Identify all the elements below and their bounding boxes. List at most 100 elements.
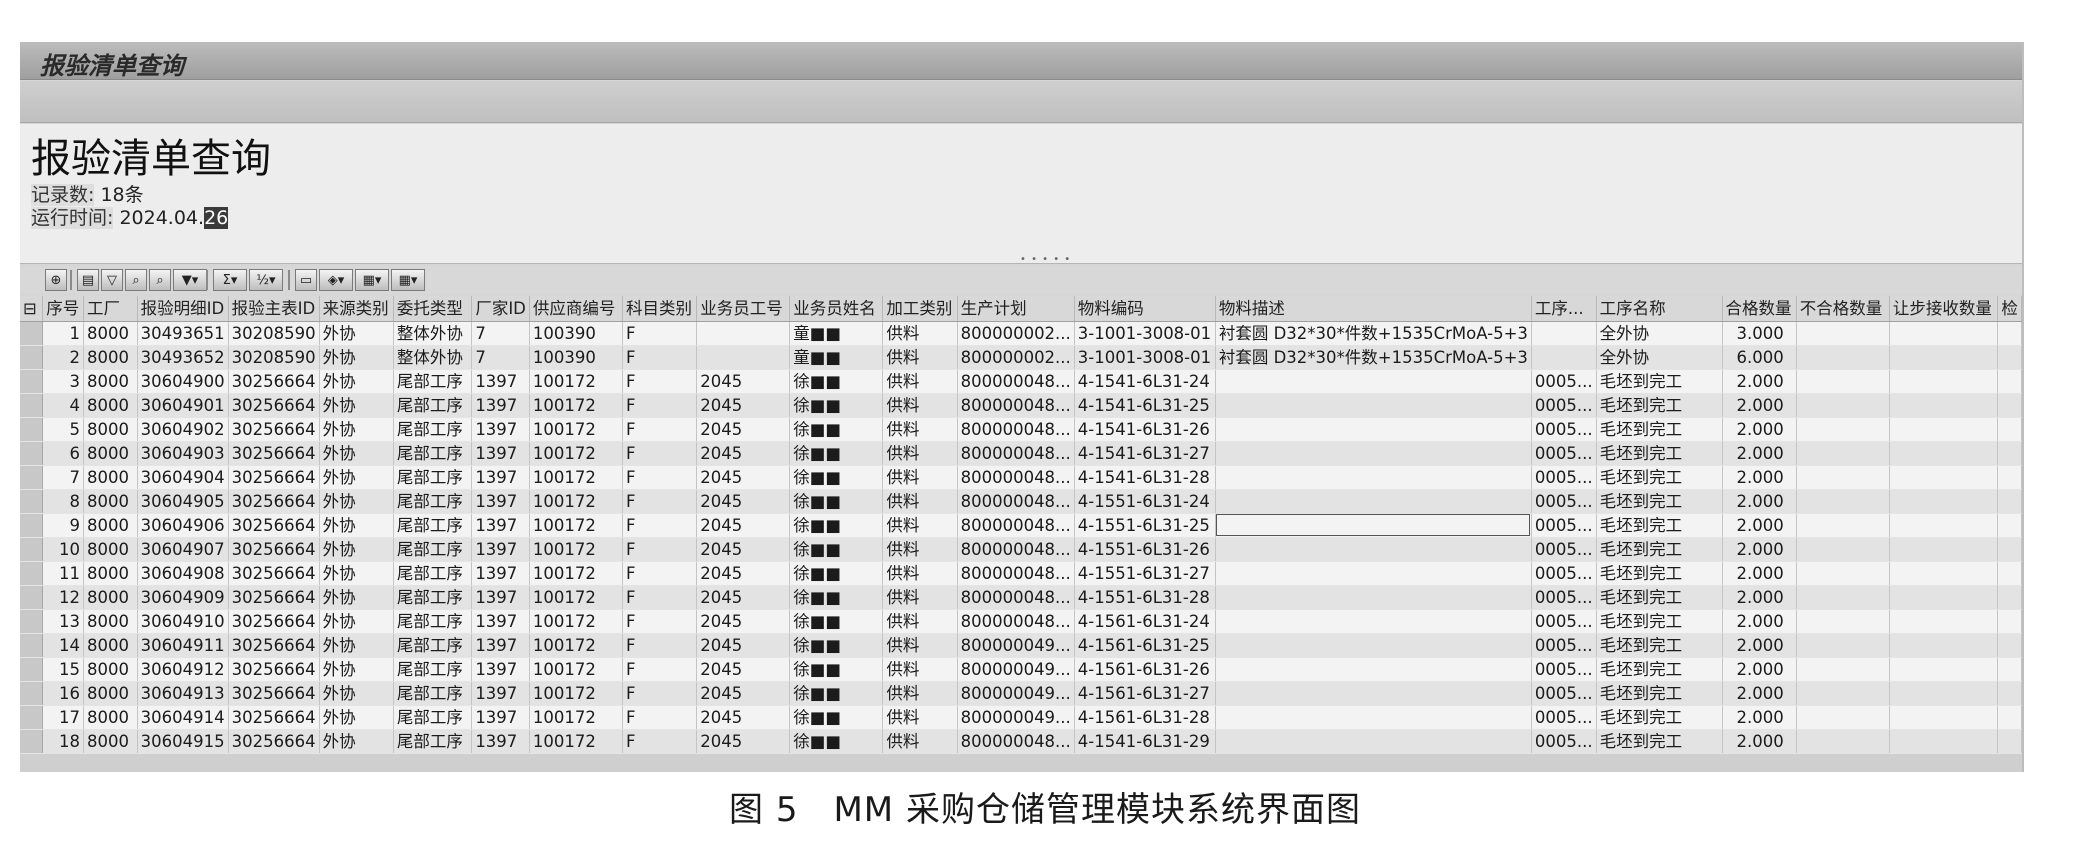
table-cell[interactable]: F bbox=[622, 609, 698, 634]
table-cell[interactable]: 徐■■ bbox=[789, 465, 884, 490]
table-cell[interactable]: 7 bbox=[471, 345, 530, 370]
table-cell[interactable]: 0005... bbox=[1531, 489, 1597, 514]
table-cell[interactable] bbox=[1215, 513, 1532, 538]
table-cell[interactable] bbox=[1215, 705, 1532, 730]
table-cell[interactable]: 供料 bbox=[882, 393, 958, 418]
table-cell[interactable]: 2.000 bbox=[1722, 489, 1797, 514]
table-cell[interactable]: 1397 bbox=[471, 729, 530, 754]
table-cell[interactable]: 17 bbox=[42, 705, 85, 730]
table-row[interactable]: 14 8000 30604911 30256664 外协 尾部工序 1397 100172 F 2… bbox=[20, 633, 2022, 658]
table-cell[interactable]: 30256664 bbox=[228, 729, 320, 754]
table-cell[interactable]: 30604905 bbox=[137, 489, 229, 514]
row-selector[interactable] bbox=[20, 633, 44, 658]
table-cell[interactable]: 30604913 bbox=[137, 681, 229, 706]
table-cell[interactable]: 毛坯到完工 bbox=[1596, 393, 1723, 418]
row-selector[interactable] bbox=[20, 705, 44, 730]
table-cell[interactable]: 800000048... bbox=[957, 729, 1075, 754]
table-cell[interactable]: 100172 bbox=[529, 513, 623, 538]
table-cell[interactable] bbox=[1997, 705, 2022, 730]
table-cell[interactable] bbox=[1215, 609, 1532, 634]
table-cell[interactable]: F bbox=[622, 537, 698, 562]
table-row[interactable]: 13 8000 30604910 30256664 外协 尾部工序 1397 100172 F 2… bbox=[20, 609, 2022, 634]
set-filter-icon[interactable]: ▼▾ bbox=[173, 269, 207, 291]
table-cell[interactable]: 尾部工序 bbox=[393, 513, 473, 538]
table-cell[interactable] bbox=[1889, 681, 1999, 706]
table-cell[interactable]: 2045 bbox=[696, 465, 791, 490]
table-cell[interactable] bbox=[1215, 417, 1532, 442]
table-cell[interactable] bbox=[1997, 681, 2022, 706]
table-cell[interactable]: 4-1551-6L31-24 bbox=[1074, 489, 1216, 514]
table-cell[interactable] bbox=[1997, 369, 2022, 394]
table-cell[interactable]: 30493651 bbox=[137, 321, 229, 346]
table-cell[interactable]: 100172 bbox=[529, 489, 623, 514]
table-cell[interactable]: 尾部工序 bbox=[393, 705, 473, 730]
table-cell[interactable]: 供料 bbox=[882, 561, 958, 586]
table-cell[interactable]: 100172 bbox=[529, 657, 623, 682]
table-cell[interactable]: 1397 bbox=[471, 585, 530, 610]
table-cell[interactable]: 800000048... bbox=[957, 465, 1075, 490]
column-header[interactable]: 来源类别 bbox=[319, 296, 394, 322]
table-cell[interactable]: 12 bbox=[42, 585, 85, 610]
table-cell[interactable] bbox=[1796, 705, 1890, 730]
table-row[interactable]: 12 8000 30604909 30256664 外协 尾部工序 1397 100172 F 2… bbox=[20, 585, 2022, 610]
table-cell[interactable] bbox=[1889, 465, 1999, 490]
table-cell[interactable]: 4-1541-6L31-29 bbox=[1074, 729, 1216, 754]
table-cell[interactable]: 0005... bbox=[1531, 729, 1597, 754]
table-cell[interactable]: 800000049... bbox=[957, 681, 1075, 706]
table-cell[interactable]: 1397 bbox=[471, 441, 530, 466]
row-selector[interactable] bbox=[20, 393, 44, 418]
table-cell[interactable]: 2045 bbox=[696, 633, 791, 658]
column-header[interactable]: 工厂 bbox=[83, 296, 138, 322]
table-cell[interactable]: F bbox=[622, 393, 698, 418]
table-cell[interactable]: F bbox=[622, 513, 698, 538]
row-selector[interactable] bbox=[20, 729, 44, 754]
table-cell[interactable]: 30256664 bbox=[228, 633, 320, 658]
row-selector[interactable] bbox=[20, 609, 44, 634]
table-cell[interactable] bbox=[1889, 705, 1999, 730]
table-cell[interactable]: F bbox=[622, 705, 698, 730]
table-cell[interactable]: 100390 bbox=[529, 345, 623, 370]
table-cell[interactable]: 2045 bbox=[696, 393, 791, 418]
table-cell[interactable]: 1397 bbox=[471, 393, 530, 418]
table-cell[interactable]: 8000 bbox=[83, 537, 138, 562]
table-cell[interactable]: 外协 bbox=[319, 417, 394, 442]
table-cell[interactable]: 800000002... bbox=[957, 321, 1075, 346]
table-cell[interactable] bbox=[1997, 345, 2022, 370]
table-cell[interactable]: 4-1541-6L31-24 bbox=[1074, 369, 1216, 394]
table-row[interactable]: 8 8000 30604905 30256664 外协 尾部工序 1397 100172 F 20… bbox=[20, 489, 2022, 514]
table-cell[interactable]: 4-1561-6L31-25 bbox=[1074, 633, 1216, 658]
table-cell[interactable]: 3-1001-3008-01 bbox=[1074, 345, 1216, 370]
table-cell[interactable] bbox=[1796, 441, 1890, 466]
splitter-handle[interactable]: • • • • • bbox=[1020, 254, 1071, 265]
table-cell[interactable]: 供料 bbox=[882, 585, 958, 610]
table-row[interactable]: 15 8000 30604912 30256664 外协 尾部工序 1397 100172 F 2… bbox=[20, 657, 2022, 682]
table-cell[interactable]: 2.000 bbox=[1722, 585, 1797, 610]
table-cell[interactable]: 0005... bbox=[1531, 681, 1597, 706]
table-cell[interactable]: 外协 bbox=[319, 489, 394, 514]
table-cell[interactable]: 2.000 bbox=[1722, 705, 1797, 730]
table-cell[interactable]: 徐■■ bbox=[789, 585, 884, 610]
table-cell[interactable]: 30256664 bbox=[228, 393, 320, 418]
table-cell[interactable] bbox=[1796, 633, 1890, 658]
table-cell[interactable] bbox=[1796, 657, 1890, 682]
table-cell[interactable] bbox=[1796, 609, 1890, 634]
column-header[interactable]: 委托类型 bbox=[393, 296, 473, 322]
table-cell[interactable]: 2.000 bbox=[1722, 633, 1797, 658]
table-cell[interactable] bbox=[1997, 417, 2022, 442]
sum-icon[interactable]: Σ▾ bbox=[213, 269, 247, 291]
table-row[interactable]: 11 8000 30604908 30256664 外协 尾部工序 1397 100172 F 2… bbox=[20, 561, 2022, 586]
table-cell[interactable]: 30604915 bbox=[137, 729, 229, 754]
table-cell[interactable] bbox=[1997, 441, 2022, 466]
table-cell[interactable]: 外协 bbox=[319, 465, 394, 490]
table-cell[interactable] bbox=[1796, 393, 1890, 418]
print-icon[interactable]: ▤ bbox=[77, 269, 99, 291]
table-cell[interactable]: 30256664 bbox=[228, 609, 320, 634]
table-cell[interactable] bbox=[1889, 609, 1999, 634]
table-cell[interactable]: 供料 bbox=[882, 609, 958, 634]
table-cell[interactable] bbox=[1889, 345, 1999, 370]
table-cell[interactable]: 30604910 bbox=[137, 609, 229, 634]
print-preview-icon[interactable]: ▭ bbox=[295, 269, 317, 291]
table-cell[interactable]: 800000048... bbox=[957, 489, 1075, 514]
table-cell[interactable]: 2.000 bbox=[1722, 609, 1797, 634]
table-cell[interactable]: 100172 bbox=[529, 705, 623, 730]
